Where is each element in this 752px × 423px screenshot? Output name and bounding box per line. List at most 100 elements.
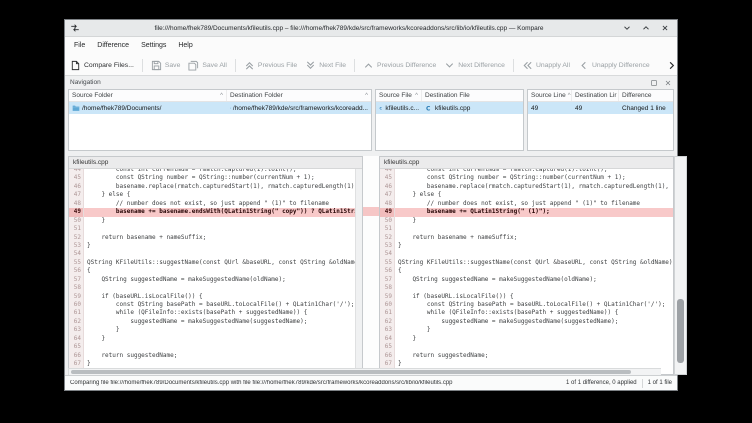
code-line-55[interactable]: 55QString KFileUtils::suggestName(const … (380, 259, 673, 267)
difference-list-row[interactable]: 4949Changed 1 line (528, 102, 673, 114)
code-line-45[interactable]: 45 const QString number = QString::numbe… (380, 174, 673, 182)
code-line-57[interactable]: 57 QString suggestedName = makeSuggested… (69, 276, 355, 284)
menu-file[interactable]: File (68, 37, 91, 55)
line-text (84, 250, 355, 258)
code-line-58[interactable]: 58 (69, 284, 355, 292)
titlebar[interactable]: file:///home/fhek789/Documents/kfileutil… (65, 20, 677, 37)
code-line-47[interactable]: 47 } else { (69, 191, 355, 199)
code-line-61[interactable]: 61 while (QFileInfo::exists(basePath + s… (69, 309, 355, 317)
overflow-icon (666, 60, 677, 71)
close-button[interactable] (660, 23, 670, 33)
code-line-65[interactable]: 65 (380, 343, 673, 351)
column-header-source-folder[interactable]: Source Folder^ (69, 90, 227, 101)
line-text (84, 225, 355, 233)
unapply-difference-button[interactable]: Unapply Difference (578, 60, 650, 71)
code-line-62[interactable]: 62 suggestedName = makeSuggestedName(sug… (380, 318, 673, 326)
difference-list-row[interactable]: Ckfileutils.c...Ckfileutils.cpp (376, 102, 523, 114)
float-dock-button[interactable] (650, 79, 658, 87)
code-line-63[interactable]: 63 } (380, 326, 673, 334)
code-line-59[interactable]: 59 if (baseURL.isLocalFile()) { (380, 293, 673, 301)
difference-list-row[interactable]: /home/fhek789/Documents//home/fhek789/kd… (69, 102, 371, 114)
minimize-button[interactable] (622, 23, 632, 33)
code-line-54[interactable]: 54 (69, 250, 355, 258)
code-line-65[interactable]: 65 (69, 343, 355, 351)
code-line-56[interactable]: 56{ (380, 267, 673, 275)
code-line-60[interactable]: 60 const QString basePath = baseURL.toLo… (69, 301, 355, 309)
next-file-button[interactable]: Next File (305, 60, 346, 71)
row-cell: /home/fhek789/Documents/ (69, 102, 227, 114)
column-header-source-file[interactable]: Source File^ (376, 90, 422, 101)
vertical-scrollbar[interactable] (674, 156, 687, 375)
unapply-all-button[interactable]: Unapply All (522, 60, 570, 71)
line-text: } (84, 326, 355, 334)
next-difference-button[interactable]: Next Difference (444, 60, 505, 71)
column-header-destination-folder[interactable]: Destination Folder^ (227, 90, 371, 101)
menu-help[interactable]: Help (172, 37, 198, 55)
code-line-66[interactable]: 66 return suggestedName; (69, 352, 355, 360)
line-number: 65 (380, 343, 395, 351)
code-line-46[interactable]: 46 basename.replace(rmatch.capturedStart… (69, 183, 355, 191)
code-line-48[interactable]: 48 // number does not exist, so just app… (380, 200, 673, 208)
code-line-45[interactable]: 45 const QString number = QString::numbe… (69, 174, 355, 182)
toolbar: Compare Files... Save Save All Previous Fil… (65, 55, 677, 76)
previous-difference-button[interactable]: Previous Difference (363, 60, 436, 71)
code-line-54[interactable]: 54 (380, 250, 673, 258)
column-header-destination-file[interactable]: Destination File (422, 90, 523, 101)
code-line-62[interactable]: 62 suggestedName = makeSuggestedName(sug… (69, 318, 355, 326)
line-number: 49 (380, 208, 395, 216)
code-line-64[interactable]: 64 } (69, 335, 355, 343)
line-text: { (84, 267, 355, 275)
maximize-button[interactable] (641, 23, 651, 33)
code-line-53[interactable]: 53} (69, 242, 355, 250)
destination-code-area[interactable]: 44 const int currentNum = rmatch.capture… (380, 169, 673, 374)
toolbar-separator (513, 59, 514, 72)
code-line-64[interactable]: 64 } (380, 335, 673, 343)
code-line-59[interactable]: 59 if (baseURL.isLocalFile()) { (69, 293, 355, 301)
code-line-56[interactable]: 56{ (69, 267, 355, 275)
code-line-50[interactable]: 50 } (380, 217, 673, 225)
horizontal-scrollbar-handle[interactable] (71, 370, 631, 374)
source-code-area[interactable]: 44 const int currentNum = rmatch.capture… (69, 169, 355, 374)
code-line-58[interactable]: 58 (380, 284, 673, 292)
sort-indicator-icon: ^ (220, 93, 223, 99)
horizontal-scrollbar[interactable] (68, 368, 661, 375)
save-button[interactable]: Save (151, 60, 181, 71)
menu-settings[interactable]: Settings (135, 37, 172, 55)
previous-file-button[interactable]: Previous File (244, 60, 297, 71)
code-line-57[interactable]: 57 QString suggestedName = makeSuggested… (380, 276, 673, 284)
column-header-source-line[interactable]: Source Line^ (528, 90, 572, 101)
column-header-destination-lir[interactable]: Destination Lir (572, 90, 619, 101)
diff-connector (363, 156, 379, 375)
column-header-difference[interactable]: Difference (619, 90, 673, 101)
code-line-49[interactable]: 49 basename += basename.endsWith(QLatin1… (69, 208, 355, 216)
save-all-button[interactable]: Save All (188, 60, 227, 71)
code-line-52[interactable]: 52 return basename + nameSuffix; (69, 234, 355, 242)
code-line-55[interactable]: 55QString KFileUtils::suggestName(const … (69, 259, 355, 267)
overflow-button[interactable] (666, 60, 677, 71)
compare-files-button[interactable]: Compare Files... (70, 60, 134, 71)
code-line-51[interactable]: 51 (380, 225, 673, 233)
code-line-47[interactable]: 47 } else { (380, 191, 673, 199)
toolbar-separator (235, 59, 236, 72)
line-number: 48 (69, 200, 84, 208)
code-line-52[interactable]: 52 return basename + nameSuffix; (380, 234, 673, 242)
vertical-scrollbar-handle[interactable] (677, 299, 684, 363)
source-pane-scrollbar[interactable] (355, 169, 362, 374)
code-line-50[interactable]: 50 } (69, 217, 355, 225)
unapply-all-icon (522, 60, 533, 71)
dock-buttons (650, 79, 672, 87)
close-dock-button[interactable] (664, 79, 672, 87)
code-line-63[interactable]: 63 } (69, 326, 355, 334)
code-line-46[interactable]: 46 basename.replace(rmatch.capturedStart… (380, 183, 673, 191)
line-text: } (395, 217, 673, 225)
code-line-48[interactable]: 48 // number does not exist, so just app… (69, 200, 355, 208)
line-number: 53 (69, 242, 84, 250)
code-line-49[interactable]: 49 basename += QLatin1String(" (1)"); (380, 208, 673, 216)
code-line-51[interactable]: 51 (69, 225, 355, 233)
code-line-60[interactable]: 60 const QString basePath = baseURL.toLo… (380, 301, 673, 309)
menu-difference[interactable]: Difference (91, 37, 135, 55)
line-number: 56 (380, 267, 395, 275)
code-line-66[interactable]: 66 return suggestedName; (380, 352, 673, 360)
code-line-61[interactable]: 61 while (QFileInfo::exists(basePath + s… (380, 309, 673, 317)
code-line-53[interactable]: 53} (380, 242, 673, 250)
